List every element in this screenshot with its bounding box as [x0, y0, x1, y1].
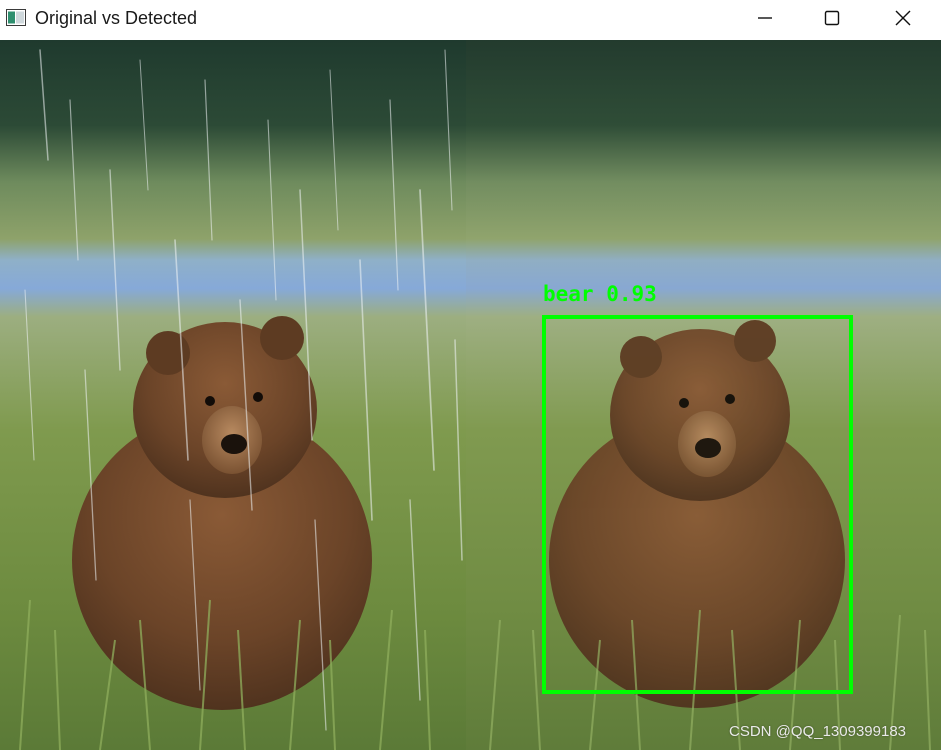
window-title: Original vs Detected	[35, 8, 198, 28]
image-window-icon	[6, 9, 26, 26]
close-icon	[895, 10, 911, 26]
minimize-icon	[758, 17, 772, 19]
detection-label: bear 0.93	[543, 282, 657, 306]
maximize-icon	[824, 10, 840, 26]
maximize-button[interactable]	[797, 0, 867, 36]
minimize-button[interactable]	[730, 0, 800, 36]
watermark-text: CSDN @QQ_1309399183	[729, 723, 906, 740]
side-by-side-image	[0, 40, 941, 750]
title-bar[interactable]: Original vs Detected	[0, 0, 941, 40]
original-image-panel	[0, 40, 466, 750]
opencv-window: Original vs Detected bear 0.93 CSDN @QQ_…	[0, 0, 941, 750]
image-canvas	[0, 40, 941, 750]
detected-image-panel	[466, 40, 941, 750]
close-button[interactable]	[868, 0, 938, 36]
